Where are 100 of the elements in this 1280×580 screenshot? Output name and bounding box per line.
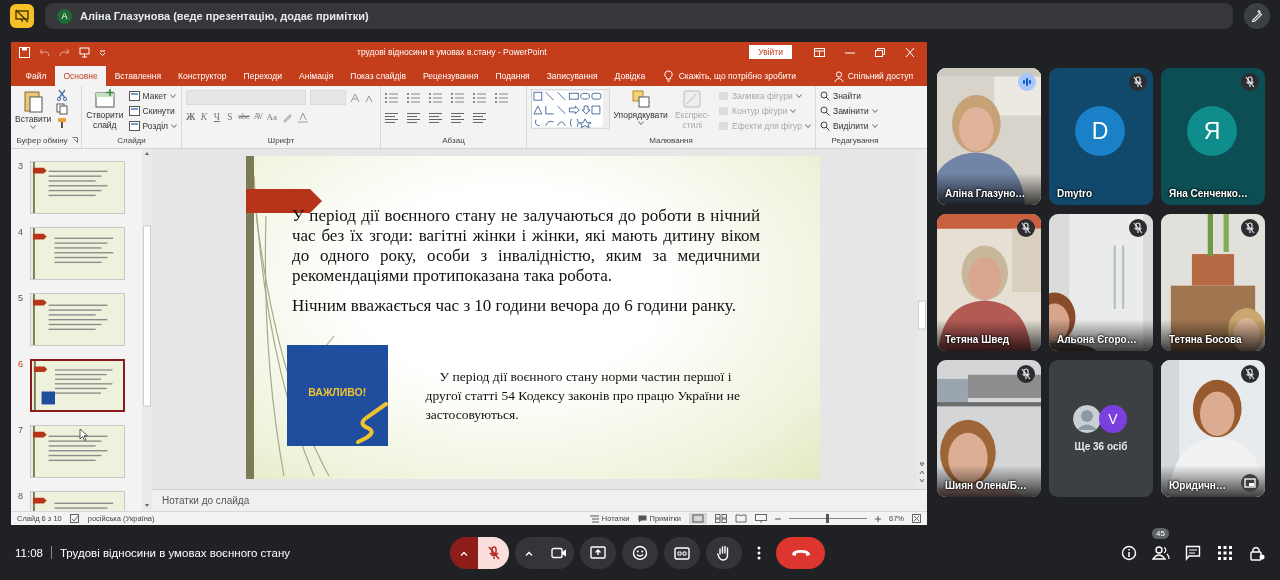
ribbon-tab[interactable]: Конструктор xyxy=(169,66,236,86)
ribbon-button[interactable]: Розділ xyxy=(128,119,177,132)
reactions-button[interactable] xyxy=(622,537,658,569)
pen-icon xyxy=(1250,9,1264,23)
sign-in-button[interactable]: Увійти xyxy=(749,45,792,59)
callout-title: ВАЖЛИВО! xyxy=(308,385,367,398)
more-icon xyxy=(757,546,761,560)
slideshow-icon xyxy=(79,46,90,58)
ribbon-button[interactable]: Скинути xyxy=(128,104,177,117)
arrange-button[interactable]: Упорядкувати xyxy=(614,89,667,125)
customize-icon xyxy=(99,48,106,56)
participant-tile[interactable]: Аліна Глазуно… xyxy=(937,68,1041,205)
slide-thumbnail[interactable] xyxy=(30,359,125,412)
font-style-button[interactable]: Ж xyxy=(186,111,196,122)
font-size-field[interactable] xyxy=(310,90,346,105)
presentation-icon[interactable] xyxy=(10,4,34,28)
font-style-button[interactable]: AV xyxy=(253,112,263,121)
list-icon xyxy=(407,92,421,103)
align-icon xyxy=(385,112,399,123)
spellcheck-icon xyxy=(69,514,80,523)
comment-icon xyxy=(637,514,647,523)
ribbon-button[interactable]: Макет xyxy=(128,89,177,102)
window-title: трудові відносини в умовах в.стану - PowerPoint xyxy=(357,47,548,57)
lock-person-icon xyxy=(1249,545,1265,561)
ribbon-tab[interactable]: Подання xyxy=(486,66,539,86)
captions-button[interactable] xyxy=(664,537,700,569)
notes-field[interactable]: Нотатки до слайда xyxy=(152,489,927,511)
microphone-button[interactable] xyxy=(478,537,509,569)
font-style-button[interactable]: Aa xyxy=(266,111,277,122)
ribbon-button[interactable]: Виділити xyxy=(820,119,878,132)
ribbon-tab[interactable]: Довідка xyxy=(606,66,654,86)
group-label: Абзац xyxy=(441,136,466,147)
slide-number: 6 xyxy=(17,359,23,371)
participant-count: 45 xyxy=(1152,528,1169,539)
participant-name: Яна Сенченко… xyxy=(1169,188,1248,199)
ribbon-tab[interactable]: Переходи xyxy=(235,66,291,86)
hand-icon xyxy=(717,545,731,561)
paste-button[interactable]: Вставити xyxy=(15,89,52,129)
ribbon-tab[interactable]: Показ слайдів xyxy=(341,66,415,86)
align-icon xyxy=(407,112,421,123)
camera-icon xyxy=(550,547,567,559)
avatar: V xyxy=(1099,405,1127,433)
participant-tile[interactable]: Юридичн… xyxy=(1161,360,1265,497)
font-style-button[interactable]: Ч xyxy=(212,111,222,122)
quick-styles-icon xyxy=(682,89,703,109)
caret-up-icon xyxy=(460,550,468,556)
participant-tile[interactable]: Альона Єгоро… xyxy=(1049,214,1153,351)
slide-number: 4 xyxy=(17,227,23,239)
layout-icon xyxy=(128,90,140,101)
avatar: Я xyxy=(1187,106,1237,156)
arrange-icon xyxy=(630,89,651,109)
font-style-button[interactable]: S xyxy=(225,111,235,122)
align-icon xyxy=(451,112,465,123)
cut-icon xyxy=(56,89,69,101)
zoom-in-icon xyxy=(875,515,881,522)
participant-tile[interactable]: Шиян Олена/Б… xyxy=(937,360,1041,497)
slide-note-text: У період дії воєнного стану норми частин першої і другої статті 54 Кодексу законів про працю України не застосовуються. xyxy=(425,368,741,424)
grow-font-icon xyxy=(350,92,360,103)
layout-icon xyxy=(128,105,140,116)
save-icon xyxy=(19,46,30,58)
clock: 11:08 xyxy=(15,546,43,559)
participant-tile[interactable]: D Dmytro xyxy=(1049,68,1153,205)
emoji-icon xyxy=(632,545,648,561)
sorter-view-icon xyxy=(715,514,727,523)
font-name-field[interactable] xyxy=(186,90,306,105)
ribbon-tab[interactable]: Анімація xyxy=(290,66,342,86)
ribbon-tab[interactable]: Вставлення xyxy=(106,66,170,86)
participant-tile[interactable]: Я Яна Сенченко… xyxy=(1161,68,1265,205)
picture-in-picture-icon[interactable] xyxy=(1241,474,1259,492)
ribbon-tab[interactable]: Записування xyxy=(538,66,607,86)
slider-thumb[interactable] xyxy=(826,514,830,523)
raise-hand-button[interactable] xyxy=(706,537,742,569)
captions-icon xyxy=(674,546,690,560)
present-button[interactable] xyxy=(580,537,616,569)
tell-me-field[interactable]: Скажіть, що потрібно зробити xyxy=(663,66,796,86)
ribbon-button[interactable]: Замінити xyxy=(820,104,878,117)
avatar: A xyxy=(57,8,72,24)
participant-tile[interactable]: Тетяна Босова xyxy=(1161,214,1265,351)
avatar-icon xyxy=(1073,405,1101,433)
font-style-button[interactable]: К xyxy=(199,111,209,122)
redo-icon xyxy=(59,46,70,58)
info-icon xyxy=(1121,545,1137,561)
format-painter-icon xyxy=(56,117,69,129)
new-slide-icon xyxy=(93,89,116,109)
people-icon xyxy=(1152,546,1170,560)
ribbon-button[interactable]: Знайти xyxy=(820,89,878,102)
leave-call-button[interactable] xyxy=(776,537,825,569)
share-button[interactable]: Спільний доступ xyxy=(833,66,913,86)
ribbon-tab[interactable]: Рецензування xyxy=(414,66,487,86)
participant-tile[interactable]: V Ще 36 осіб xyxy=(1049,360,1153,497)
reading-view-icon xyxy=(735,514,747,523)
new-slide-button[interactable]: Створити слайд xyxy=(86,89,124,130)
ribbon-tab[interactable]: Основне xyxy=(54,66,107,86)
dialog-launcher-icon xyxy=(72,137,78,143)
participant-tile[interactable]: Тетяна Швед xyxy=(937,214,1041,351)
group-label: Буфер обміну xyxy=(15,136,69,147)
annotate-button[interactable] xyxy=(1244,3,1270,29)
ribbon-tab[interactable]: Файл xyxy=(17,66,55,86)
undo-icon xyxy=(39,46,50,58)
font-style-button[interactable]: abc xyxy=(238,112,250,121)
